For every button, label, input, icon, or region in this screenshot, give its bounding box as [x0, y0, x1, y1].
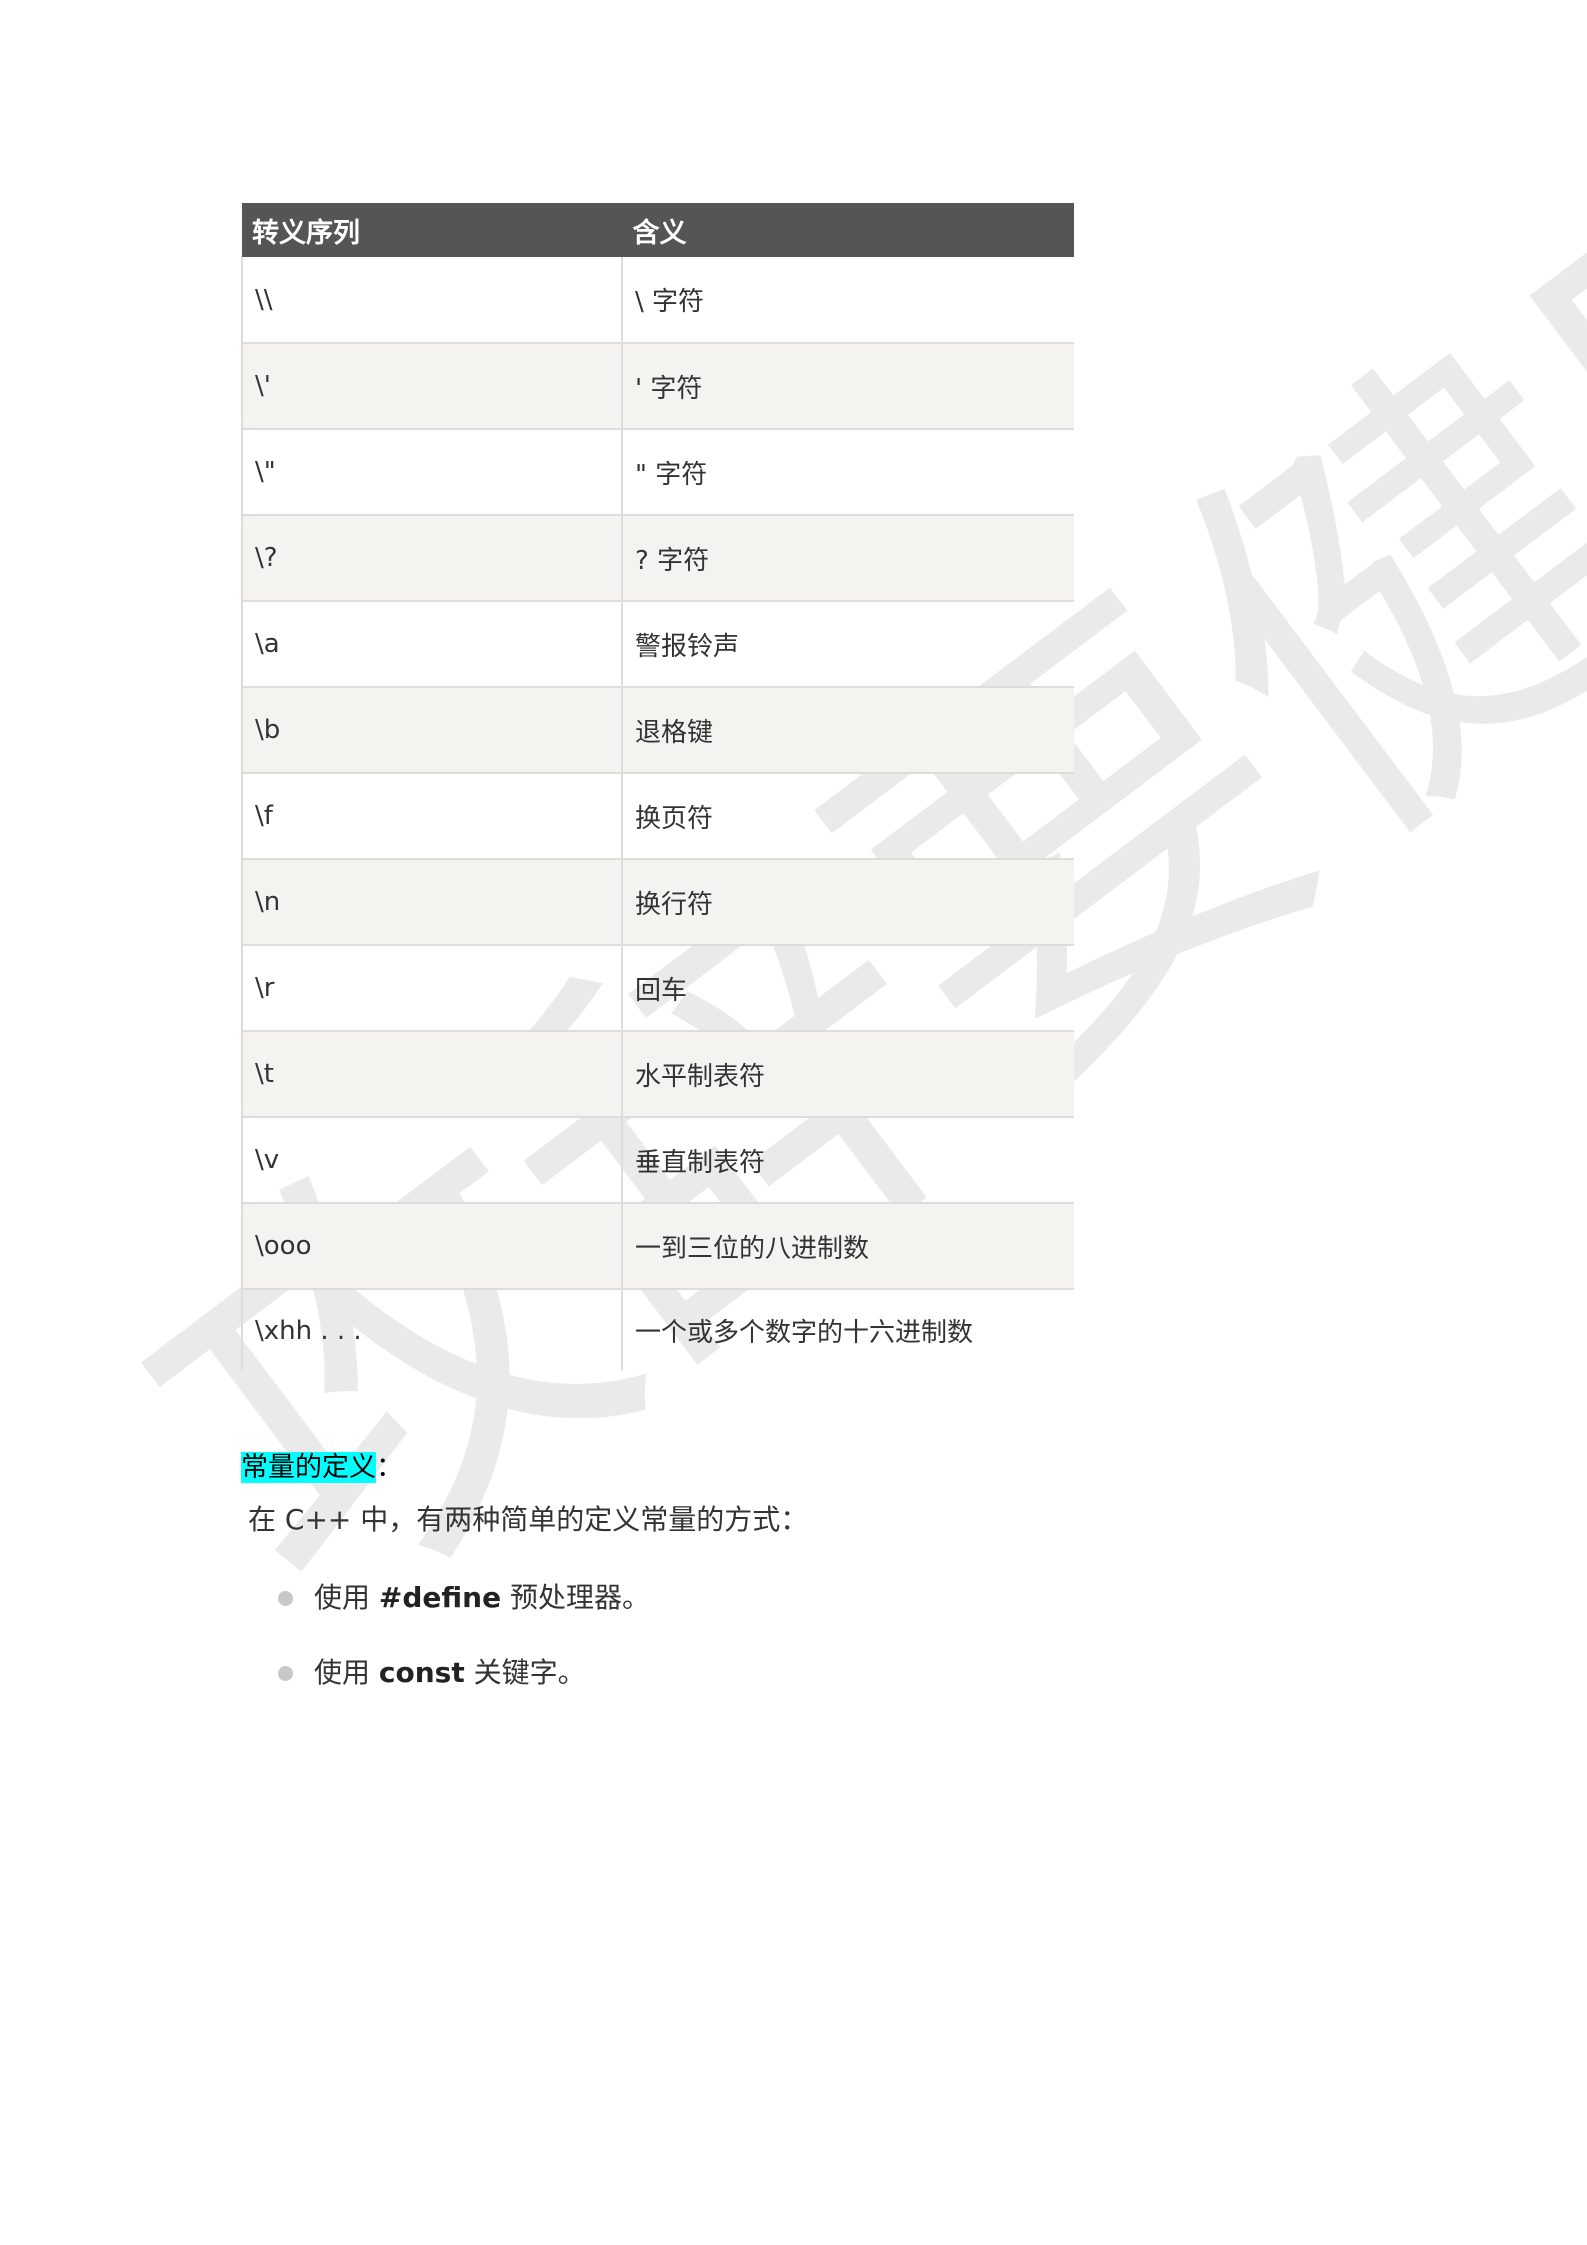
table-row: \v 垂直制表符 [241, 1117, 1074, 1204]
heading-colon: ： [376, 1452, 403, 1483]
bullet-list: 使用 #define 预处理器。 使用 const 关键字。 [278, 1578, 650, 1728]
table-row: \f 换页符 [241, 773, 1074, 860]
escape-sequence-cell: \b [241, 687, 622, 774]
meaning-cell: 垂直制表符 [621, 1117, 1074, 1204]
escape-sequence-cell: \a [241, 601, 622, 688]
table-row: \' ' 字符 [241, 343, 1074, 430]
escape-sequence-cell: \v [241, 1117, 622, 1204]
escape-sequence-cell: \t [241, 1031, 622, 1118]
meaning-cell: 水平制表符 [621, 1031, 1074, 1118]
highlighted-heading-text: 常量的定义 [241, 1452, 376, 1483]
meaning-cell: 换页符 [621, 773, 1074, 860]
meaning-cell: 回车 [621, 945, 1074, 1032]
escape-sequence-cell: \ooo [241, 1203, 622, 1290]
list-item-prefix: 使用 [314, 1581, 379, 1614]
escape-sequence-cell: \" [241, 429, 622, 516]
list-item: 使用 #define 预处理器。 [278, 1578, 650, 1618]
list-item-keyword: #define [378, 1581, 502, 1614]
table-row: \xhh . . . 一个或多个数字的十六进制数 [241, 1289, 1074, 1371]
list-item: 使用 const 关键字。 [278, 1653, 650, 1693]
escape-sequence-cell: \' [241, 343, 622, 430]
meaning-cell: 退格键 [621, 687, 1074, 774]
list-item-prefix: 使用 [314, 1656, 379, 1689]
meaning-cell: 一到三位的八进制数 [621, 1203, 1074, 1290]
escape-sequence-cell: \n [241, 859, 622, 946]
escape-sequence-cell: \xhh . . . [241, 1289, 622, 1371]
meaning-cell: ? 字符 [621, 515, 1074, 602]
table-row: \ooo 一到三位的八进制数 [241, 1203, 1074, 1290]
table-header-cell: 转义序列 [242, 203, 622, 257]
table-row: \b 退格键 [241, 687, 1074, 774]
table-header-cell: 含义 [621, 203, 1074, 257]
table-row: \? ? 字符 [241, 515, 1074, 602]
escape-sequence-cell: \\ [241, 257, 622, 344]
meaning-cell: 换行符 [621, 859, 1074, 946]
escape-sequence-cell: \f [241, 773, 622, 860]
escape-sequence-table: 转义序列 含义 \\ \ 字符 \' ' 字符 \" " 字符 \? ? 字符 [241, 203, 1074, 1371]
bullet-dot-icon [278, 1666, 293, 1681]
section-heading: 常量的定义： [241, 1448, 403, 1488]
table-row: \" " 字符 [241, 429, 1074, 516]
meaning-cell: " 字符 [621, 429, 1074, 516]
meaning-cell: 一个或多个数字的十六进制数 [621, 1289, 1074, 1371]
table-header-row: 转义序列 含义 [242, 203, 1074, 257]
table-row: \n 换行符 [241, 859, 1074, 946]
list-item-suffix: 预处理器。 [501, 1581, 650, 1614]
table-row: \t 水平制表符 [241, 1031, 1074, 1118]
meaning-cell: ' 字符 [621, 343, 1074, 430]
escape-sequence-cell: \? [241, 515, 622, 602]
intro-paragraph: 在 C++ 中，有两种简单的定义常量的方式： [248, 1503, 809, 1536]
meaning-cell: 警报铃声 [621, 601, 1074, 688]
bullet-dot-icon [278, 1591, 293, 1606]
table-row: \r 回车 [241, 945, 1074, 1032]
list-item-suffix: 关键字。 [464, 1656, 586, 1689]
table-row: \a 警报铃声 [241, 601, 1074, 688]
list-item-keyword: const [378, 1656, 465, 1689]
table-row: \\ \ 字符 [241, 257, 1074, 344]
escape-sequence-cell: \r [241, 945, 622, 1032]
meaning-cell: \ 字符 [621, 257, 1074, 344]
